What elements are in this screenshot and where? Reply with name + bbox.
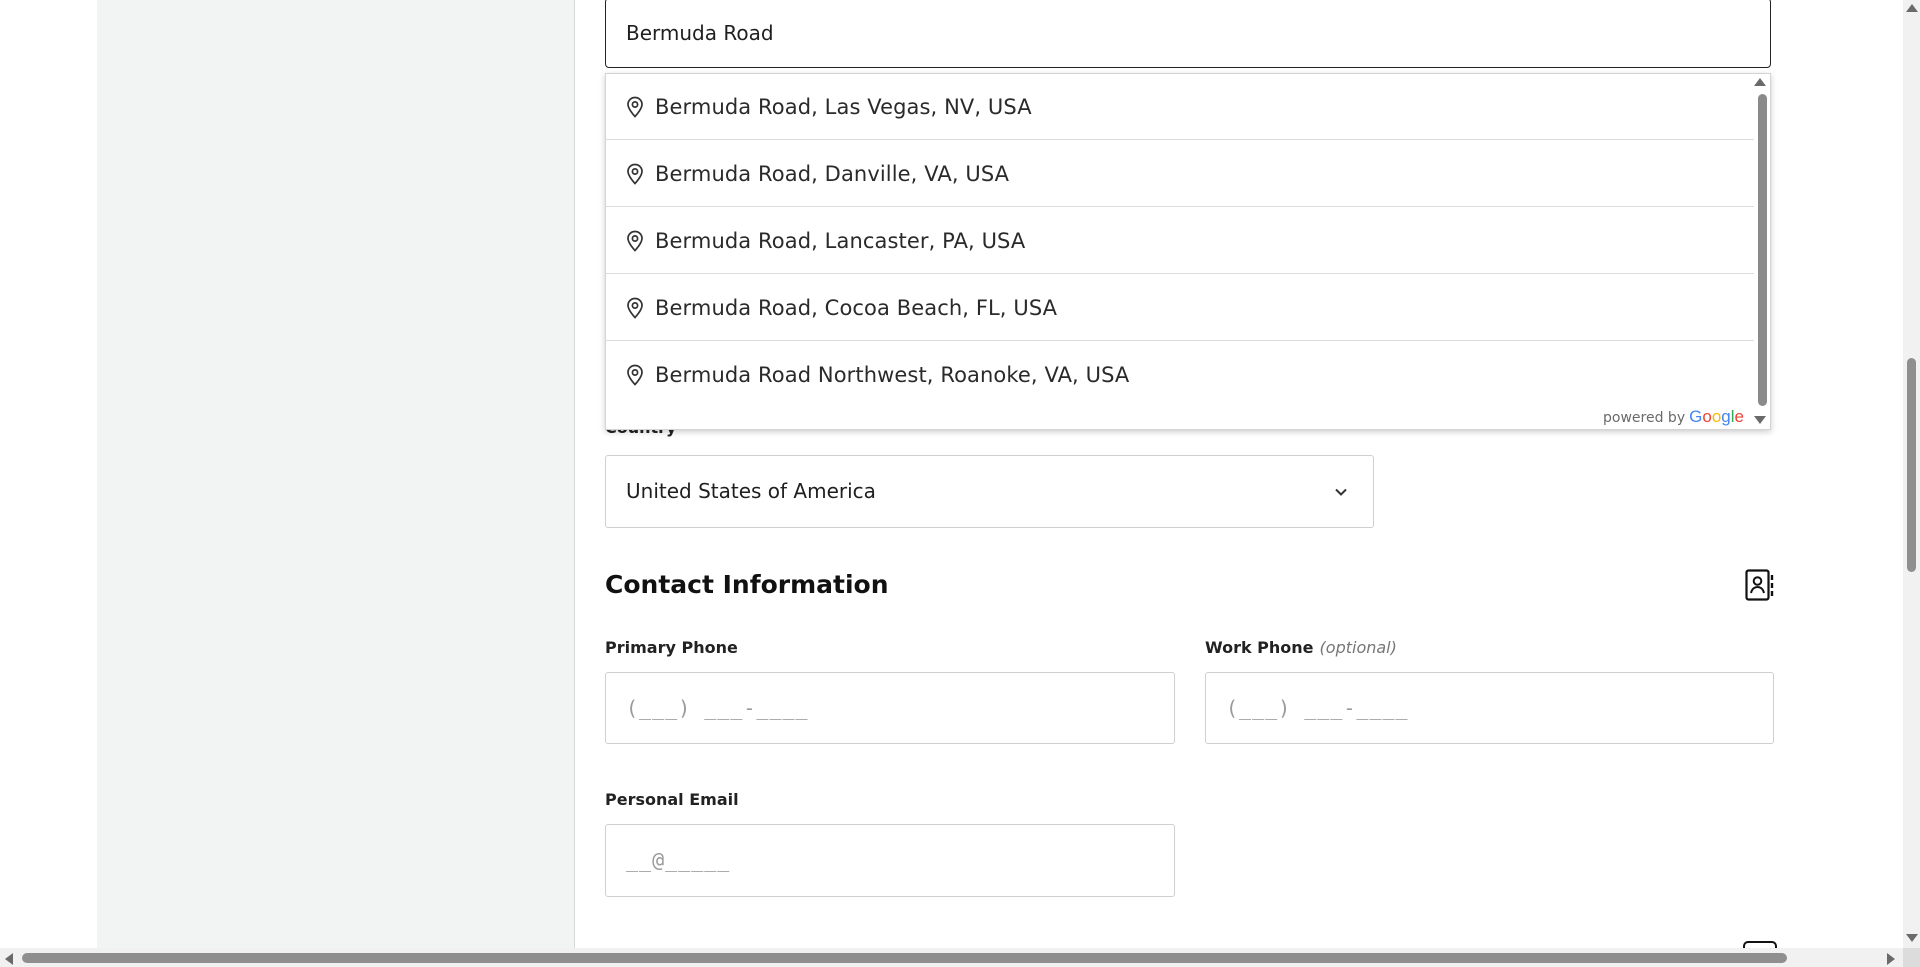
chevron-down-icon [1335,488,1347,496]
suggestion-item[interactable]: Bermuda Road, Lancaster, PA, USA [606,208,1756,274]
scroll-right-arrow-icon[interactable] [1887,953,1895,965]
dropdown-scroll-thumb[interactable] [1758,94,1767,406]
scroll-down-arrow-icon[interactable] [1906,934,1918,942]
work-phone-label: Work Phone (optional) [1205,638,1397,657]
page-vertical-scrollbar[interactable] [1903,0,1920,948]
work-phone-label-text: Work Phone [1205,638,1314,657]
optional-tag: (optional) [1319,638,1397,657]
scroll-left-arrow-icon[interactable] [5,953,13,965]
section-title-tax: Tax Identification [605,940,849,948]
dropdown-scrollbar[interactable] [1754,74,1770,429]
suggestion-label: Bermuda Road Northwest, Roanoke, VA, USA [655,363,1130,387]
scroll-up-arrow-icon[interactable] [1906,4,1918,12]
id-card-icon [1743,941,1777,948]
scroll-up-arrow-icon[interactable] [1754,78,1766,86]
primary-phone-input[interactable]: (___) ___-____ [605,672,1175,744]
personal-email-input[interactable]: __@_____ [605,824,1175,897]
contact-card-icon [1745,569,1774,601]
suggestion-item[interactable]: Bermuda Road, Las Vegas, NV, USA [606,74,1756,140]
page-horizontal-scrollbar[interactable] [0,948,1903,967]
scrollbar-corner [1903,948,1920,967]
google-logo-icon: Google [1689,407,1744,426]
suggestion-label: Bermuda Road, Las Vegas, NV, USA [655,94,1032,119]
suggestion-item[interactable]: Bermuda Road Northwest, Roanoke, VA, USA [606,342,1756,408]
scroll-down-arrow-icon[interactable] [1754,416,1766,424]
suggestion-label: Bermuda Road, Danville, VA, USA [655,161,1010,186]
map-pin-icon [626,364,644,386]
powered-by-text: powered by [1603,410,1686,426]
section-title-contact: Contact Information [605,570,889,599]
primary-phone-label: Primary Phone [605,638,738,657]
work-phone-input[interactable]: (___) ___-____ [1205,672,1774,744]
map-pin-icon [626,163,644,185]
address-input[interactable]: Bermuda Road [605,0,1771,68]
map-pin-icon [626,230,644,252]
page-vertical-scroll-thumb[interactable] [1907,358,1916,572]
address-suggestions-dropdown: Bermuda Road, Las Vegas, NV, USA Bermuda… [605,73,1771,430]
page-horizontal-scroll-thumb[interactable] [22,953,1787,963]
map-pin-icon [626,96,644,118]
country-select[interactable]: United States of America [605,455,1374,528]
country-select-value: United States of America [626,479,876,503]
powered-by-google-logo: powered by Google [1603,407,1744,427]
suggestion-label: Bermuda Road, Cocoa Beach, FL, USA [655,295,1058,320]
suggestion-item[interactable]: Bermuda Road, Danville, VA, USA [606,141,1756,207]
left-panel [97,0,575,948]
suggestion-item[interactable]: Bermuda Road, Cocoa Beach, FL, USA [606,275,1756,341]
suggestion-label: Bermuda Road, Lancaster, PA, USA [655,228,1026,253]
map-pin-icon [626,297,644,319]
personal-email-label: Personal Email [605,790,739,809]
